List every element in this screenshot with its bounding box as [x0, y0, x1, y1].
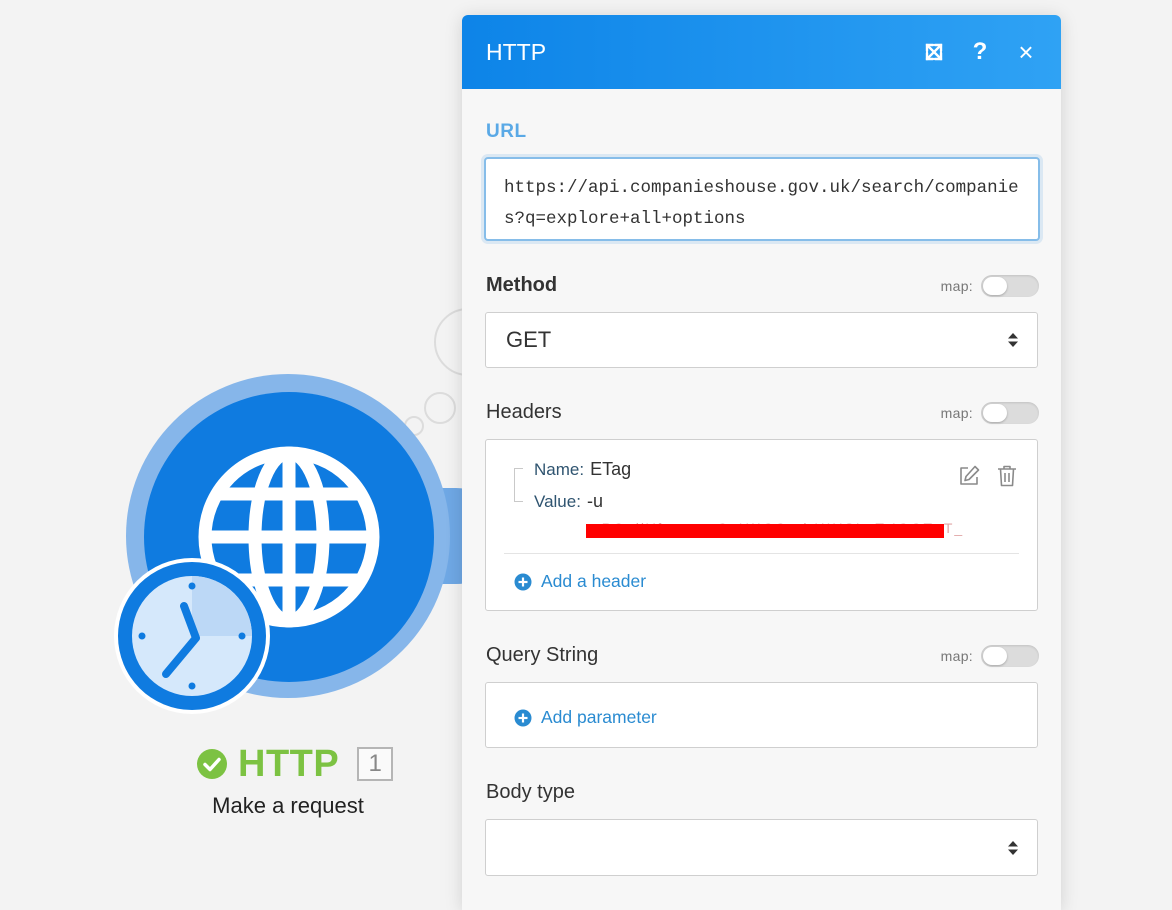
module-subtitle: Make a request: [212, 793, 364, 818]
headers-box: Name:ETag Value:-u _PO_ilYfor_ :_ C_UIIC…: [485, 439, 1038, 611]
help-button[interactable]: ?: [967, 38, 993, 65]
module-title: HTTP 1: [196, 742, 394, 786]
select-arrows-icon: [1008, 840, 1018, 855]
expand-icon: [925, 43, 943, 61]
map-switch[interactable]: [981, 275, 1039, 297]
method-value: GET: [506, 327, 552, 352]
clock-icon: [118, 562, 266, 710]
header-item: Name:ETag Value:-u _PO_ilYfor_ :_ C_UIIC…: [486, 440, 1037, 552]
module-number-badge: 1: [357, 747, 394, 781]
header-value-value: -u: [586, 491, 603, 511]
help-icon: ?: [972, 38, 988, 65]
delete-header-button[interactable]: [995, 464, 1019, 488]
check-circle-icon: [197, 749, 227, 779]
map-label: map:: [940, 278, 973, 294]
query-string-label: Query String: [486, 644, 599, 666]
plus-circle-icon: [514, 573, 532, 590]
header-value-label: Value:: [534, 492, 581, 511]
url-label: URL: [486, 121, 527, 142]
tree-connector: [514, 468, 523, 502]
map-label: map:: [940, 405, 973, 421]
body-type-label: Body type: [486, 781, 575, 803]
body-type-select[interactable]: [485, 819, 1038, 876]
add-parameter-button[interactable]: Add parameter: [514, 707, 657, 728]
header-name-row: Name: ETag: [534, 459, 631, 480]
map-label: map:: [940, 648, 973, 664]
map-switch[interactable]: [981, 402, 1039, 424]
header-item-actions: [943, 464, 1019, 488]
trash-icon: [998, 465, 1016, 487]
expand-button[interactable]: [921, 39, 947, 65]
url-input[interactable]: https://api.companieshouse.gov.uk/search…: [484, 157, 1040, 241]
headers-label: Headers: [486, 401, 562, 423]
query-string-map-toggle[interactable]: map:: [941, 645, 1039, 667]
headers-map-toggle[interactable]: map:: [941, 402, 1039, 424]
panel-title: HTTP: [486, 38, 547, 65]
header-value-row: Value: -u: [534, 491, 603, 512]
method-map-toggle[interactable]: map:: [941, 275, 1039, 297]
http-settings-panel: HTTP ? × URL https://api.companieshouse.…: [462, 15, 1061, 910]
close-icon: ×: [1018, 36, 1034, 67]
redaction-bar: [586, 524, 944, 538]
query-string-box: Add parameter: [485, 682, 1038, 748]
add-header-button[interactable]: Add a header: [514, 571, 646, 592]
add-parameter-label: Add parameter: [541, 707, 657, 727]
thought-bubble-medium: [424, 392, 456, 424]
method-select[interactable]: GET: [485, 312, 1038, 368]
headers-divider: [504, 553, 1019, 554]
panel-header: HTTP ? ×: [462, 15, 1061, 89]
header-name-label: Name:: [534, 460, 585, 479]
method-label: Method: [486, 274, 558, 296]
close-button[interactable]: ×: [1013, 36, 1039, 67]
module-name: HTTP: [238, 742, 340, 785]
edit-header-button[interactable]: [957, 464, 981, 488]
header-name-value: ETag: [590, 459, 632, 479]
plus-circle-icon: [514, 709, 532, 726]
map-switch[interactable]: [981, 645, 1039, 667]
pencil-icon: [960, 465, 980, 485]
add-header-label: Add a header: [541, 571, 647, 591]
select-arrows-icon: [1008, 333, 1018, 347]
